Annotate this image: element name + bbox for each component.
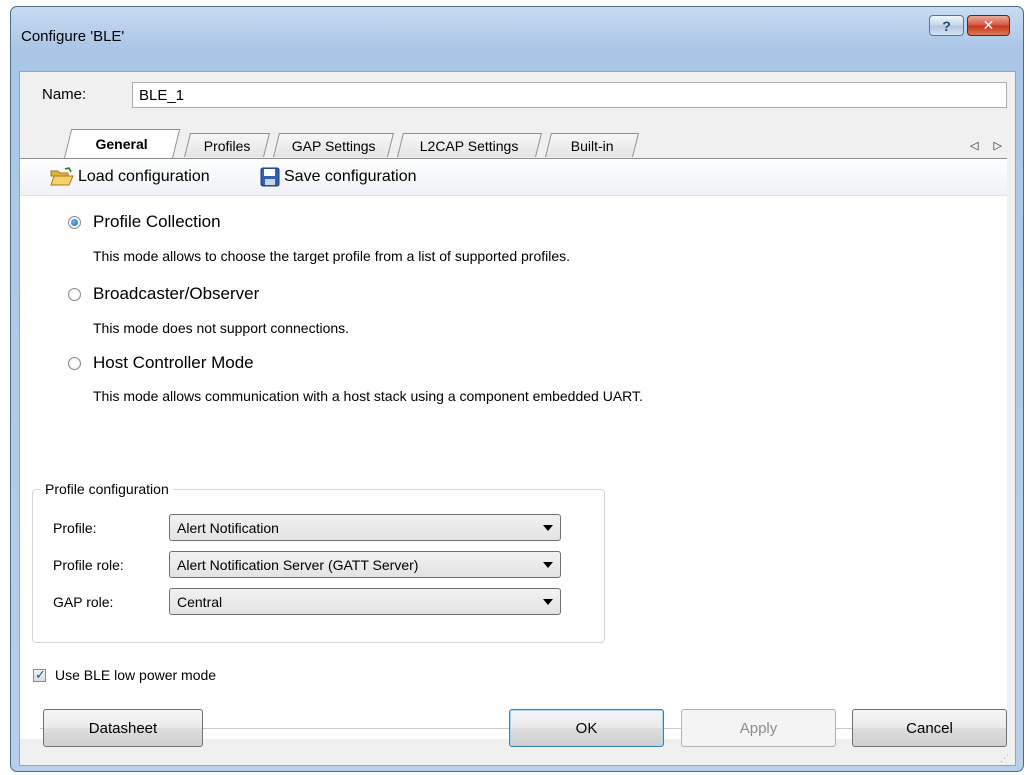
cancel-button[interactable]: Cancel (852, 709, 1007, 747)
mode-profile-collection-radio[interactable]: Profile Collection (68, 212, 221, 232)
profile-label: Profile: (53, 520, 97, 536)
configure-dialog: Configure 'BLE' ? ✕ Name: General Profil… (10, 6, 1024, 772)
radio-selected-icon (68, 215, 81, 229)
profile-role-label: Profile role: (53, 557, 124, 573)
dropdown-arrow-icon (543, 562, 553, 568)
config-toolbar: Load configuration Save configuration (20, 159, 1007, 196)
name-label: Name: (42, 86, 87, 103)
mode-description: This mode allows communication with a ho… (93, 388, 643, 404)
profile-role-select[interactable]: Alert Notification Server (GATT Server) (169, 551, 561, 578)
general-tab-panel: Load configuration Save configuration Pr… (20, 159, 1007, 739)
mode-broadcaster-observer-radio[interactable]: Broadcaster/Observer (68, 284, 259, 304)
low-power-mode-label: Use BLE low power mode (55, 667, 217, 683)
datasheet-button[interactable]: Datasheet (43, 709, 203, 747)
resize-grip-icon[interactable]: ⋰ (1000, 754, 1009, 763)
mode-host-controller-radio[interactable]: Host Controller Mode (68, 353, 254, 373)
tab-strip: General Profiles GAP Settings L2CAP Sett… (52, 129, 1012, 159)
tab-gap-settings[interactable]: GAP Settings (273, 133, 394, 157)
profile-configuration-group: Profile configuration Profile: Alert Not… (32, 481, 605, 643)
save-configuration-button[interactable]: Save configuration (260, 167, 417, 187)
radio-unselected-icon (68, 356, 81, 370)
checkmark-icon: ✓ (35, 666, 46, 682)
mode-label: Profile Collection (93, 212, 221, 231)
load-configuration-button[interactable]: Load configuration (50, 167, 210, 187)
radio-unselected-icon (68, 287, 81, 301)
mode-description: This mode allows to choose the target pr… (93, 248, 571, 264)
load-configuration-label: Load configuration (78, 168, 210, 185)
tab-profiles[interactable]: Profiles (184, 133, 270, 157)
save-configuration-label: Save configuration (284, 168, 417, 185)
gap-role-select[interactable]: Central (169, 588, 561, 615)
tab-l2cap-settings[interactable]: L2CAP Settings (397, 133, 542, 157)
tab-built-in[interactable]: Built-in (545, 133, 639, 157)
dropdown-arrow-icon (543, 525, 553, 531)
select-value: Alert Notification Server (GATT Server) (177, 556, 419, 573)
select-value: Alert Notification (177, 519, 279, 536)
window-title: Configure 'BLE' (21, 28, 125, 45)
help-button[interactable]: ? (929, 15, 964, 36)
tab-general[interactable]: General (64, 129, 181, 158)
ok-button[interactable]: OK (509, 709, 664, 747)
mode-label: Broadcaster/Observer (93, 284, 260, 303)
group-title: Profile configuration (41, 481, 173, 497)
apply-button[interactable]: Apply (681, 709, 836, 747)
select-value: Central (177, 593, 223, 610)
gap-role-label: GAP role: (53, 594, 114, 610)
name-input[interactable] (132, 82, 1007, 108)
dialog-client-area: Name: General Profiles GAP Settings L2CA… (19, 71, 1016, 766)
close-icon: ✕ (982, 17, 995, 33)
dropdown-arrow-icon (543, 599, 553, 605)
mode-description: This mode does not support connections. (93, 320, 350, 336)
mode-label: Host Controller Mode (93, 353, 254, 372)
tab-scroll-arrows-icon[interactable]: ◁ ▷ (970, 139, 1008, 152)
profile-select[interactable]: Alert Notification (169, 514, 561, 541)
low-power-mode-checkbox[interactable]: ✓ Use BLE low power mode (33, 667, 216, 683)
floppy-disk-icon (260, 167, 280, 187)
close-button[interactable]: ✕ (967, 15, 1010, 36)
checkbox-box: ✓ (33, 666, 46, 682)
open-folder-icon (50, 167, 74, 186)
